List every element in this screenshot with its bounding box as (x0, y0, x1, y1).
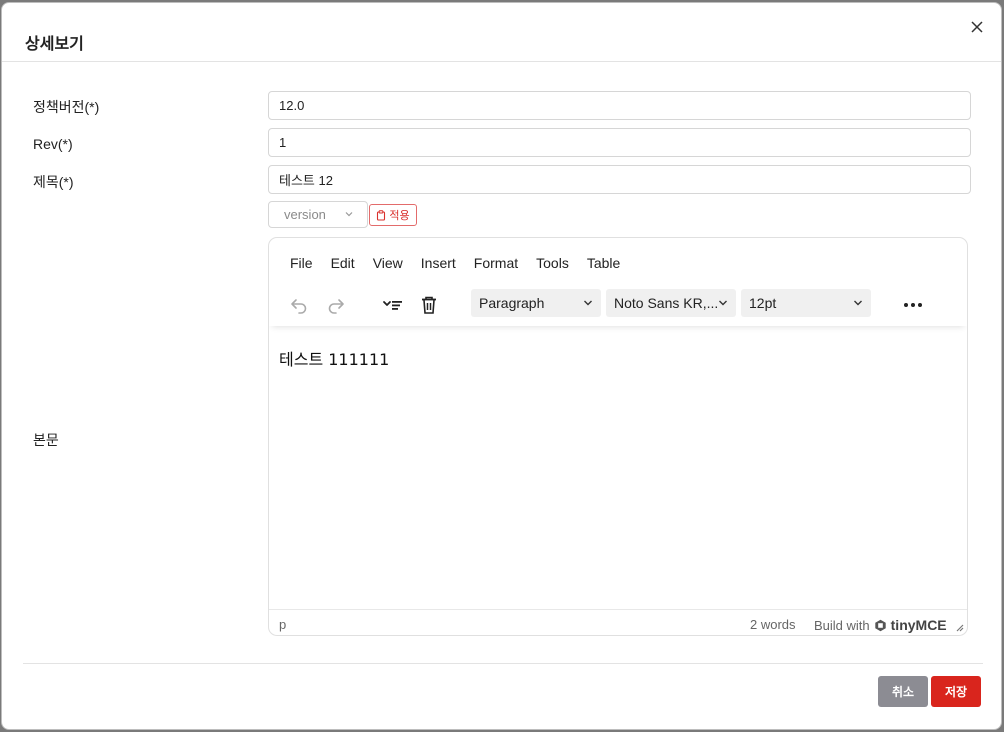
subject-label: 제목(*) (33, 174, 74, 190)
redo-icon (328, 299, 344, 314)
version-select-placeholder: version (284, 207, 326, 222)
branding-name: tinyMCE (890, 617, 947, 633)
modal-title: 상세보기 (25, 36, 84, 53)
cancel-button[interactable]: 취소 (878, 676, 928, 707)
resize-handle-icon[interactable] (954, 622, 964, 632)
clipboard-icon (377, 209, 386, 221)
editor-toolbar: Paragraph Noto Sans KR,... 12pt (269, 284, 967, 326)
version-select[interactable]: version (268, 201, 368, 228)
apply-button[interactable]: 적용 (369, 204, 417, 226)
footer-divider (23, 663, 983, 664)
menu-table[interactable]: Table (578, 255, 629, 275)
policy-version-label: 정책버전(*) (33, 99, 100, 115)
editor-content[interactable]: 테스트 111111 (279, 346, 389, 370)
font-size-select[interactable]: 12pt (741, 289, 871, 317)
rev-input[interactable] (268, 128, 971, 157)
menu-tools[interactable]: Tools (527, 255, 578, 275)
menu-format[interactable]: Format (465, 255, 527, 275)
element-path[interactable]: p (279, 617, 286, 632)
align-format-button[interactable] (379, 291, 407, 319)
subject-input[interactable] (268, 165, 971, 194)
menu-insert[interactable]: Insert (412, 255, 465, 275)
more-button[interactable] (899, 291, 927, 319)
branding-prefix: Build with (814, 617, 870, 633)
chevron-down-icon (584, 300, 592, 306)
rev-label: Rev(*) (33, 136, 73, 152)
align-format-icon (383, 301, 402, 310)
tinymce-logo-icon (874, 619, 886, 631)
redo-button[interactable] (322, 291, 350, 319)
delete-button[interactable] (415, 291, 443, 319)
undo-button[interactable] (285, 291, 313, 319)
body-label: 본문 (33, 432, 59, 448)
close-button[interactable] (967, 17, 987, 37)
chevron-down-icon (854, 300, 862, 306)
menu-edit[interactable]: Edit (322, 255, 364, 275)
trash-icon (422, 296, 436, 314)
save-button[interactable]: 저장 (931, 676, 981, 707)
more-icon (904, 303, 922, 307)
menu-file[interactable]: File (281, 255, 322, 275)
tinymce-branding[interactable]: Build with tinyMCE (814, 617, 947, 633)
block-format-value: Paragraph (479, 295, 545, 311)
policy-version-input[interactable] (268, 91, 971, 120)
header-divider (2, 61, 1001, 62)
font-size-value: 12pt (749, 295, 777, 311)
chevron-down-icon (719, 300, 727, 306)
undo-icon (291, 299, 307, 314)
apply-button-label: 적용 (389, 210, 410, 222)
editor-menubar: File Edit View Insert Format Tools Table (281, 255, 629, 275)
close-icon (971, 21, 983, 33)
menu-view[interactable]: View (364, 255, 412, 275)
block-format-select[interactable]: Paragraph (471, 289, 601, 317)
chevron-down-icon (345, 212, 353, 217)
rich-text-editor: File Edit View Insert Format Tools Table (268, 237, 968, 636)
word-count[interactable]: 2 words (750, 617, 796, 632)
font-family-select[interactable]: Noto Sans KR,... (606, 289, 736, 317)
editor-statusbar: p 2 words Build with tinyMCE (269, 609, 967, 635)
font-family-value: Noto Sans KR,... (614, 295, 719, 311)
